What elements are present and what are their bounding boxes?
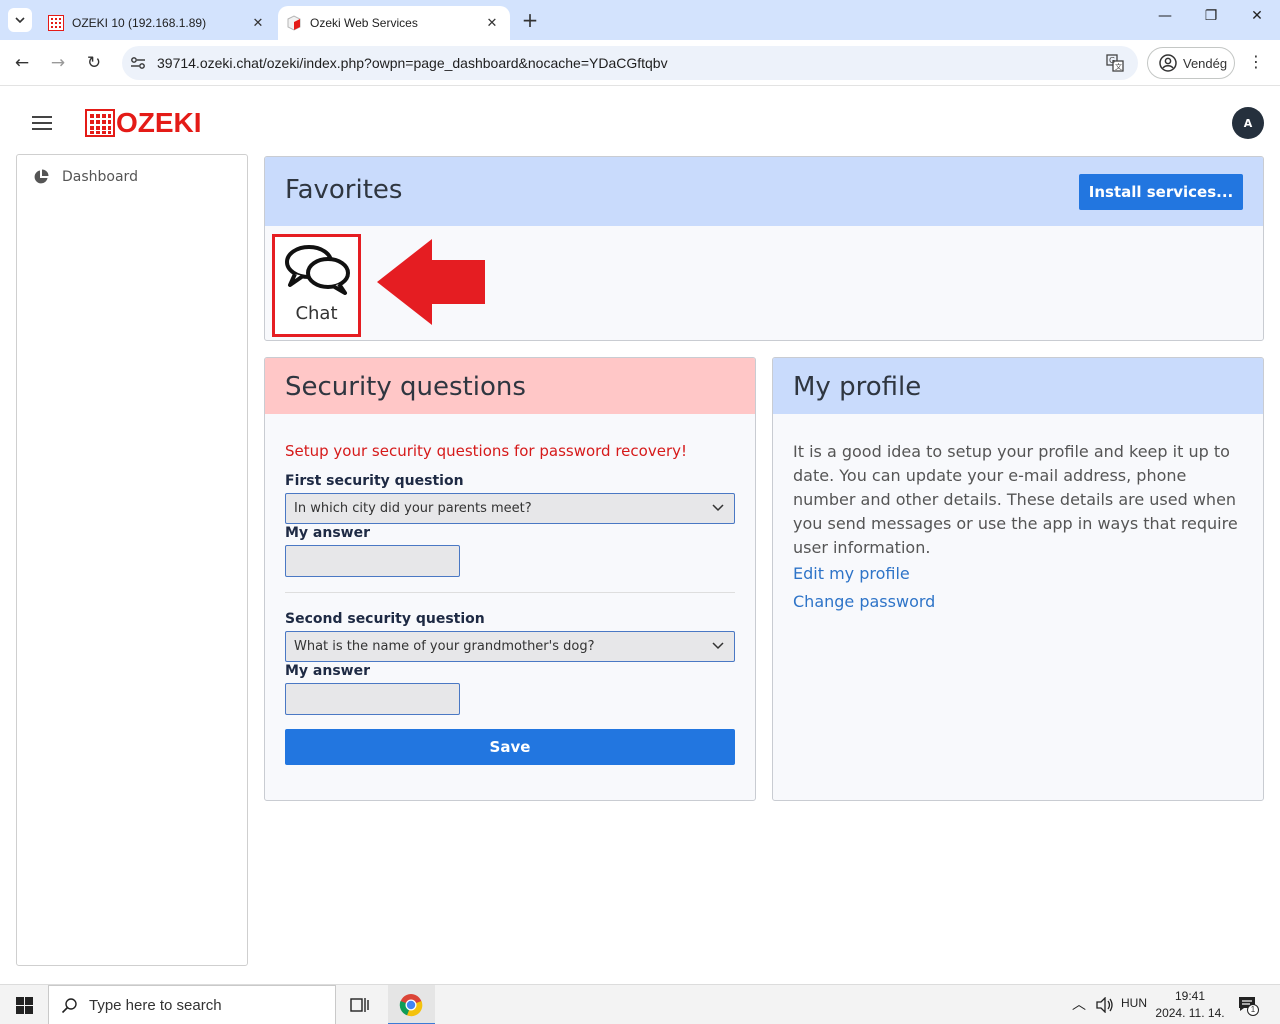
tab-title: OZEKI 10 (192.168.1.89) (72, 16, 207, 30)
browser-toolbar: ← → ↻ 39714.ozeki.chat/ozeki/index.php?o… (0, 40, 1280, 86)
chevron-down-icon (712, 504, 724, 512)
translate-icon[interactable]: G 文 (1106, 54, 1124, 72)
site-settings-icon (131, 57, 145, 69)
first-question-value: In which city did your parents meet? (294, 501, 532, 516)
tray-chevron-up-icon[interactable]: ︿ (1072, 994, 1086, 1014)
taskbar-search-placeholder: Type here to search (89, 997, 222, 1014)
windows-start-icon[interactable] (16, 997, 33, 1014)
search-icon (61, 998, 77, 1014)
clock-date: 2024. 11. 14. (1155, 1006, 1225, 1020)
windows-taskbar: Type here to search ︿ HUN 19:41 2024. 11… (0, 984, 1280, 1024)
save-button[interactable]: Save (285, 729, 735, 765)
menu-icon[interactable] (32, 116, 52, 130)
second-answer-label: My answer (285, 663, 371, 679)
restore-button[interactable]: ❐ (1196, 8, 1226, 24)
favorites-title: Favorites (285, 175, 403, 205)
security-warning: Setup your security questions for passwo… (285, 442, 687, 460)
tab-search-button[interactable] (8, 8, 32, 32)
ozeki-logo[interactable]: OZEKI (85, 107, 202, 138)
back-button[interactable]: ← (10, 51, 34, 75)
tab-title: Ozeki Web Services (310, 16, 418, 30)
chevron-down-icon (15, 17, 25, 23)
chevron-down-icon (712, 642, 724, 650)
ozeki-logo-grid-icon (85, 109, 115, 137)
second-question-label: Second security question (285, 611, 485, 627)
minimize-button[interactable]: — (1150, 8, 1180, 24)
url-text: 39714.ozeki.chat/ozeki/index.php?owpn=pa… (157, 55, 668, 71)
favorites-header: Favorites Install services... (265, 157, 1263, 226)
chat-tile-label: Chat (295, 303, 338, 324)
change-password-link[interactable]: Change password (793, 592, 935, 611)
new-tab-button[interactable]: + (518, 8, 542, 32)
profile-description: It is a good idea to setup your profile … (793, 442, 1238, 557)
first-question-select[interactable]: In which city did your parents meet? (285, 493, 735, 524)
user-avatar[interactable]: A (1232, 107, 1264, 139)
close-icon[interactable]: ✕ (480, 16, 504, 31)
input-language[interactable]: HUN (1121, 996, 1147, 1010)
address-bar[interactable]: 39714.ozeki.chat/ozeki/index.php?owpn=pa… (122, 46, 1138, 80)
forward-button[interactable]: → (46, 51, 70, 75)
second-question-value: What is the name of your grandmother's d… (294, 639, 595, 654)
ozeki-grid-icon (48, 15, 64, 31)
first-answer-input[interactable] (285, 545, 460, 577)
taskbar-chrome-button[interactable] (388, 985, 435, 1024)
first-question-label: First security question (285, 473, 464, 489)
divider (285, 592, 735, 593)
chat-app-tile[interactable]: Chat (272, 234, 361, 337)
pie-chart-icon (34, 169, 49, 184)
profile-header: My profile (773, 358, 1263, 414)
sidebar: Dashboard (16, 154, 248, 966)
volume-icon[interactable] (1096, 997, 1114, 1013)
close-icon[interactable]: ✕ (246, 16, 270, 31)
security-header: Security questions (265, 358, 755, 414)
chat-bubbles-icon (285, 245, 350, 295)
account-icon (1159, 54, 1177, 72)
ozeki-cube-icon (287, 15, 301, 31)
browser-tab-bar: OZEKI 10 (192.168.1.89) ✕ Ozeki Web Serv… (0, 0, 1280, 40)
notification-center-button[interactable]: 1 (1238, 996, 1259, 1016)
logo-text: OZEKI (116, 107, 202, 138)
favorites-panel: Favorites Install services... Chat (264, 156, 1264, 341)
svg-text:文: 文 (1115, 62, 1122, 71)
red-pointer-arrow-icon (377, 239, 485, 325)
second-answer-input[interactable] (285, 683, 460, 715)
browser-profile-button[interactable]: Vendég (1147, 47, 1235, 79)
browser-tab-ozeki-web-services[interactable]: Ozeki Web Services ✕ (278, 6, 510, 40)
sidebar-item-label: Dashboard (62, 169, 138, 185)
browser-tab-ozeki10[interactable]: OZEKI 10 (192.168.1.89) ✕ (40, 6, 276, 40)
security-questions-panel: Security questions Setup your security q… (264, 357, 756, 801)
clock-time: 19:41 (1174, 989, 1206, 1003)
edit-profile-link[interactable]: Edit my profile (793, 564, 910, 583)
second-question-select[interactable]: What is the name of your grandmother's d… (285, 631, 735, 662)
task-view-icon[interactable] (350, 996, 370, 1014)
my-profile-panel: My profile It is a good idea to setup yo… (772, 357, 1264, 801)
sidebar-item-dashboard[interactable]: Dashboard (33, 169, 138, 185)
install-services-button[interactable]: Install services... (1079, 174, 1243, 210)
chrome-icon (399, 994, 423, 1017)
reload-button[interactable]: ↻ (82, 51, 106, 75)
notification-count-badge: 1 (1247, 1004, 1259, 1016)
profile-title: My profile (793, 372, 922, 402)
system-clock[interactable]: 19:41 2024. 11. 14. (1152, 988, 1228, 1022)
profile-label: Vendég (1183, 55, 1228, 71)
browser-menu-icon[interactable]: ⋮ (1248, 52, 1264, 71)
taskbar-search-box[interactable]: Type here to search (48, 985, 336, 1024)
security-title: Security questions (285, 372, 526, 402)
window-close-button[interactable]: ✕ (1242, 8, 1272, 24)
first-answer-label: My answer (285, 525, 371, 541)
